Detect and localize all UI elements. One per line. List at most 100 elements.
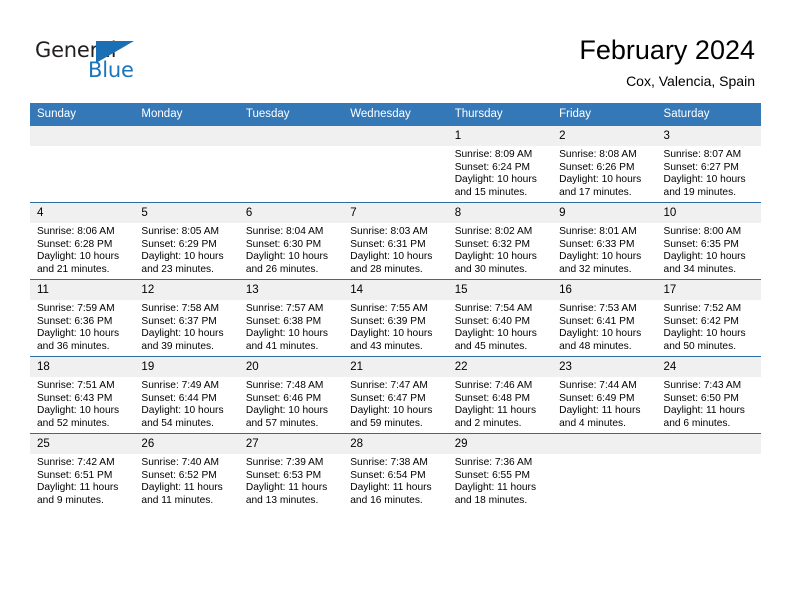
sunset-time: Sunset: 6:35 PM [663, 238, 739, 250]
sunset-time: Sunset: 6:47 PM [350, 392, 426, 404]
day-number: 17 [656, 280, 761, 300]
calendar-cell-inner: 25 Sunrise: 7:42 AM Sunset: 6:51 PM Dayligh… [30, 434, 135, 510]
calendar-day-cell[interactable]: 24 Sunrise: 7:43 AM Sunset: 6:50 PM Dayligh… [656, 356, 761, 434]
weekday-header-sunday: Sunday [30, 103, 135, 126]
day-sun-info: Sunrise: 7:57 AM Sunset: 6:38 PM Daylight:… [239, 300, 343, 353]
calendar-cell-inner: 15 Sunrise: 7:54 AM Sunset: 6:40 PM Dayligh… [447, 280, 553, 356]
daylight-duration-line1: Daylight: 10 hours [454, 174, 537, 186]
sunset-time: Sunset: 6:33 PM [559, 238, 635, 250]
calendar-day-cell[interactable]: 4 Sunrise: 8:06 AM Sunset: 6:28 PM Daylight… [30, 202, 135, 280]
calendar-day-cell[interactable]: 21 Sunrise: 7:47 AM Sunset: 6:47 PM Dayligh… [343, 356, 448, 434]
day-sun-info: Sunrise: 8:02 AM Sunset: 6:32 PM Daylight:… [448, 223, 552, 276]
daylight-duration-line2: and 41 minutes. [245, 340, 319, 352]
calendar-week-row: 1 Sunrise: 8:09 AM Sunset: 6:24 PM Daylight… [30, 126, 761, 203]
day-number: 2 [552, 126, 657, 146]
calendar-day-cell[interactable]: 28 Sunrise: 7:38 AM Sunset: 6:54 PM Dayligh… [343, 433, 448, 510]
calendar-day-cell[interactable]: 5 Sunrise: 8:05 AM Sunset: 6:29 PM Daylight… [134, 202, 239, 280]
calendar-day-cell[interactable]: 19 Sunrise: 7:49 AM Sunset: 6:44 PM Dayligh… [134, 356, 239, 434]
calendar-day-cell[interactable]: 20 Sunrise: 7:48 AM Sunset: 6:46 PM Dayligh… [238, 356, 344, 434]
calendar-day-cell[interactable]: 14 Sunrise: 7:55 AM Sunset: 6:39 PM Dayligh… [343, 279, 448, 357]
location-subtitle: Cox, Valencia, Spain [626, 73, 755, 89]
sunrise-time: Sunrise: 7:38 AM [350, 457, 428, 468]
sunrise-time: Sunrise: 7:55 AM [350, 303, 428, 314]
sunset-time: Sunset: 6:27 PM [663, 161, 739, 173]
day-number: 23 [552, 357, 657, 377]
calendar-day-cell[interactable]: 2 Sunrise: 8:08 AM Sunset: 6:26 PM Daylight… [552, 126, 657, 203]
daylight-duration-line1: Daylight: 10 hours [663, 328, 746, 340]
calendar-day-cell[interactable]: 27 Sunrise: 7:39 AM Sunset: 6:53 PM Dayligh… [238, 433, 344, 510]
page-title: February 2024 [579, 35, 755, 65]
calendar-day-cell[interactable]: 13 Sunrise: 7:57 AM Sunset: 6:38 PM Dayligh… [238, 279, 344, 357]
day-sun-info: Sunrise: 7:40 AM Sunset: 6:52 PM Daylight:… [134, 454, 238, 507]
sunrise-time: Sunrise: 8:08 AM [559, 149, 637, 160]
calendar-day-cell[interactable]: 18 Sunrise: 7:51 AM Sunset: 6:43 PM Dayligh… [30, 356, 135, 434]
calendar-day-cell[interactable]: 10 Sunrise: 8:00 AM Sunset: 6:35 PM Dayligh… [656, 202, 761, 280]
calendar-day-cell[interactable]: 11 Sunrise: 7:59 AM Sunset: 6:36 PM Dayligh… [30, 279, 135, 357]
calendar-day-cell[interactable]: 1 Sunrise: 8:09 AM Sunset: 6:24 PM Daylight… [447, 126, 553, 203]
day-sun-info: Sunrise: 7:58 AM Sunset: 6:37 PM Daylight:… [134, 300, 238, 353]
calendar-cell-empty [552, 433, 657, 510]
daylight-duration-line1: Daylight: 10 hours [663, 174, 746, 186]
page-header: General Blue February 2024 Cox, Valencia… [0, 0, 792, 100]
sunset-time: Sunset: 6:30 PM [245, 238, 322, 250]
sunset-time: Sunset: 6:46 PM [245, 392, 322, 404]
daylight-duration-line2: and 50 minutes. [663, 340, 737, 352]
sunrise-time: Sunrise: 7:40 AM [141, 457, 220, 468]
calendar-day-cell[interactable]: 25 Sunrise: 7:42 AM Sunset: 6:51 PM Dayligh… [30, 433, 135, 510]
sunrise-time: Sunrise: 7:46 AM [454, 380, 533, 391]
calendar-day-cell[interactable]: 12 Sunrise: 7:58 AM Sunset: 6:37 PM Dayligh… [134, 279, 239, 357]
sunrise-time: Sunrise: 7:42 AM [37, 457, 115, 468]
daylight-duration-line1: Daylight: 10 hours [350, 251, 433, 263]
day-sun-info: Sunrise: 7:42 AM Sunset: 6:51 PM Daylight:… [30, 454, 134, 507]
day-number [552, 434, 657, 454]
calendar-day-cell[interactable]: 29 Sunrise: 7:36 AM Sunset: 6:55 PM Dayligh… [447, 433, 553, 510]
calendar-day-cell[interactable]: 16 Sunrise: 7:53 AM Sunset: 6:41 PM Dayligh… [552, 279, 657, 357]
daylight-duration-line2: and 59 minutes. [350, 417, 423, 429]
daylight-duration-line1: Daylight: 10 hours [245, 251, 328, 263]
calendar-cell-inner: 8 Sunrise: 8:02 AM Sunset: 6:32 PM Daylight… [447, 203, 553, 279]
calendar-day-cell[interactable]: 22 Sunrise: 7:46 AM Sunset: 6:48 PM Dayligh… [447, 356, 553, 434]
calendar-cell-inner: 10 Sunrise: 8:00 AM Sunset: 6:35 PM Dayligh… [656, 203, 761, 279]
calendar-day-cell[interactable]: 15 Sunrise: 7:54 AM Sunset: 6:40 PM Dayligh… [447, 279, 553, 357]
day-number: 14 [343, 280, 448, 300]
daylight-duration-line2: and 18 minutes. [454, 494, 528, 506]
calendar-day-cell[interactable]: 26 Sunrise: 7:40 AM Sunset: 6:52 PM Dayligh… [134, 433, 239, 510]
daylight-duration-line2: and 28 minutes. [350, 263, 423, 275]
day-sun-info: Sunrise: 8:05 AM Sunset: 6:29 PM Daylight:… [134, 223, 238, 276]
sunrise-time: Sunrise: 7:44 AM [559, 380, 637, 391]
daylight-duration-line2: and 21 minutes. [37, 263, 110, 275]
day-number: 4 [30, 203, 135, 223]
calendar-cell-inner: 22 Sunrise: 7:46 AM Sunset: 6:48 PM Dayligh… [447, 357, 553, 433]
daylight-duration-line1: Daylight: 10 hours [37, 328, 120, 340]
calendar-day-cell[interactable]: 3 Sunrise: 8:07 AM Sunset: 6:27 PM Daylight… [656, 126, 761, 203]
calendar-day-cell[interactable]: 17 Sunrise: 7:52 AM Sunset: 6:42 PM Dayligh… [656, 279, 761, 357]
sunrise-time: Sunrise: 7:48 AM [245, 380, 324, 391]
daylight-duration-line1: Daylight: 10 hours [559, 328, 642, 340]
day-number: 7 [343, 203, 448, 223]
calendar-day-cell[interactable]: 23 Sunrise: 7:44 AM Sunset: 6:49 PM Dayligh… [552, 356, 657, 434]
calendar-day-cell[interactable]: 8 Sunrise: 8:02 AM Sunset: 6:32 PM Daylight… [447, 202, 553, 280]
sunrise-time: Sunrise: 8:06 AM [37, 226, 115, 237]
day-sun-info: Sunrise: 8:03 AM Sunset: 6:31 PM Daylight:… [343, 223, 447, 276]
day-sun-info: Sunrise: 7:59 AM Sunset: 6:36 PM Daylight:… [30, 300, 134, 353]
sunrise-time: Sunrise: 7:57 AM [245, 303, 324, 314]
day-sun-info: Sunrise: 8:08 AM Sunset: 6:26 PM Daylight:… [552, 146, 656, 199]
calendar-week-row: 11 Sunrise: 7:59 AM Sunset: 6:36 PM Dayligh… [30, 279, 761, 357]
daylight-duration-line2: and 26 minutes. [245, 263, 319, 275]
calendar-day-cell[interactable]: 7 Sunrise: 8:03 AM Sunset: 6:31 PM Daylight… [343, 202, 448, 280]
calendar-cell-empty [656, 433, 761, 510]
day-number: 12 [134, 280, 239, 300]
calendar-day-cell[interactable]: 6 Sunrise: 8:04 AM Sunset: 6:30 PM Daylight… [238, 202, 344, 280]
daylight-duration-line2: and 2 minutes. [454, 417, 522, 429]
sunrise-time: Sunrise: 8:05 AM [141, 226, 220, 237]
calendar-cell-inner: 13 Sunrise: 7:57 AM Sunset: 6:38 PM Dayligh… [238, 280, 344, 356]
calendar-cell-inner: 17 Sunrise: 7:52 AM Sunset: 6:42 PM Dayligh… [656, 280, 761, 356]
calendar-cell-inner: 26 Sunrise: 7:40 AM Sunset: 6:52 PM Dayligh… [134, 434, 239, 510]
sunset-time: Sunset: 6:28 PM [37, 238, 113, 250]
daylight-duration-line1: Daylight: 10 hours [350, 405, 433, 417]
sunset-time: Sunset: 6:55 PM [454, 469, 531, 481]
calendar-day-cell[interactable]: 9 Sunrise: 8:01 AM Sunset: 6:33 PM Daylight… [552, 202, 657, 280]
daylight-duration-line2: and 48 minutes. [559, 340, 632, 352]
daylight-duration-line1: Daylight: 10 hours [141, 251, 224, 263]
daylight-duration-line1: Daylight: 11 hours [663, 405, 745, 417]
